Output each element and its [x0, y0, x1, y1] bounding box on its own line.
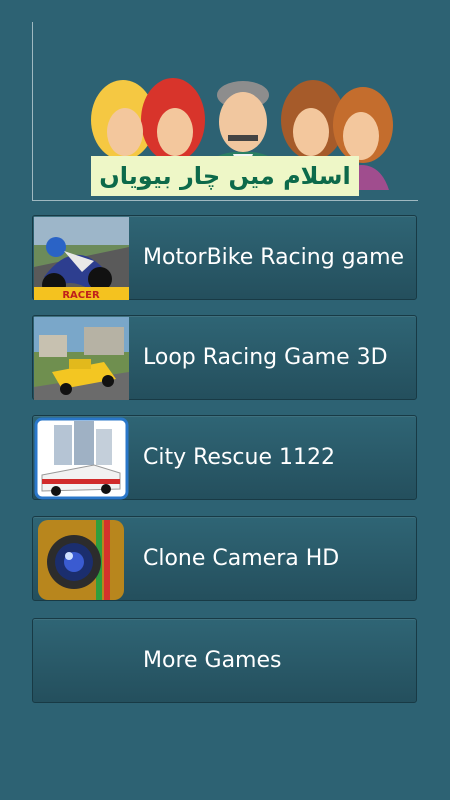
game-label-loop-racing: Loop Racing Game 3D [143, 345, 388, 370]
loop-racing-thumbnail [34, 317, 129, 400]
more-games-label: More Games [143, 648, 282, 673]
game-label-motorbike-racing: MotorBike Racing game [143, 245, 405, 270]
racer-text: RACER [62, 290, 100, 300]
city-rescue-thumbnail [34, 417, 129, 500]
clone-camera-thumbnail [34, 518, 129, 601]
header-banner: اسلام میں چار بیویاں [32, 22, 418, 201]
game-card-motorbike-racing[interactable]: RACER MotorBike Racing game [32, 215, 417, 300]
motorbike-racing-thumbnail: RACER [34, 217, 129, 300]
more-games-button[interactable]: More Games [32, 618, 417, 703]
urdu-title-banner: اسلام میں چار بیویاں [91, 156, 359, 196]
game-card-city-rescue[interactable]: City Rescue 1122 [32, 415, 417, 500]
game-label-city-rescue: City Rescue 1122 [143, 445, 335, 470]
game-card-loop-racing[interactable]: Loop Racing Game 3D [32, 315, 417, 400]
game-card-clone-camera[interactable]: Clone Camera HD [32, 516, 417, 601]
game-label-clone-camera: Clone Camera HD [143, 546, 340, 571]
